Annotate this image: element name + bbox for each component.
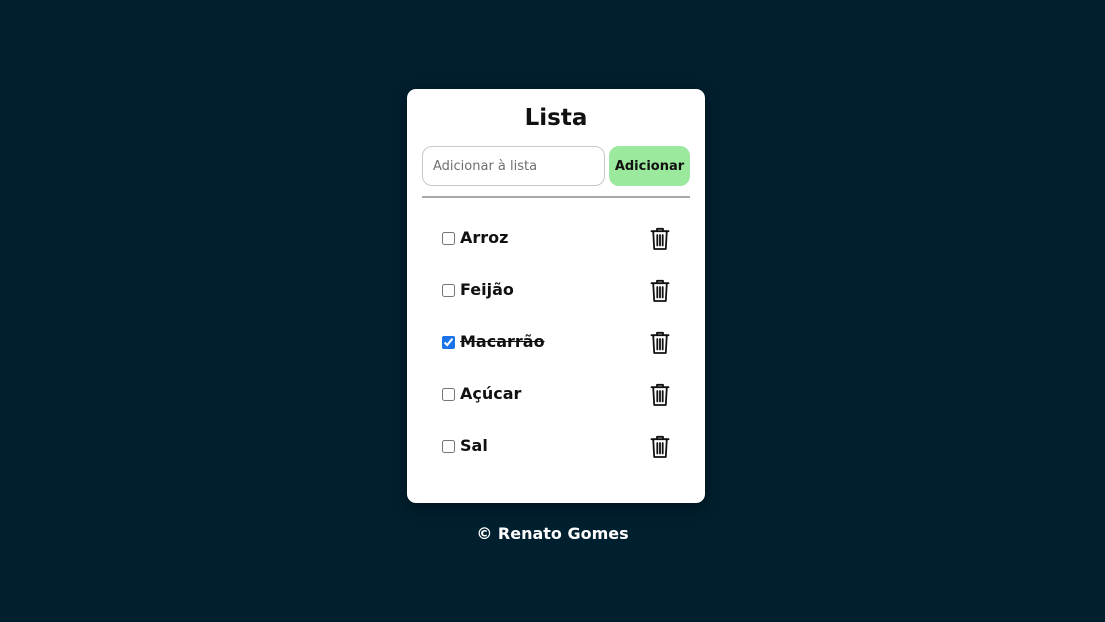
add-item-input[interactable] xyxy=(422,146,605,186)
add-button[interactable]: Adicionar xyxy=(609,146,690,186)
item-checkbox[interactable] xyxy=(442,336,455,349)
item-checkbox[interactable] xyxy=(442,440,455,453)
shopping-list: Arroz Feijão Macarrão Açúcar Sal xyxy=(407,213,705,473)
item-label: Sal xyxy=(460,436,488,455)
trash-icon xyxy=(650,383,670,407)
list-item: Macarrão xyxy=(407,317,705,369)
page-title: Lista xyxy=(524,105,588,131)
add-item-row: Adicionar xyxy=(422,146,690,186)
trash-icon xyxy=(650,279,670,303)
item-label: Arroz xyxy=(460,228,509,247)
list-item: Feijão xyxy=(407,265,705,317)
delete-button[interactable] xyxy=(650,383,670,407)
item-label: Feijão xyxy=(460,280,514,299)
list-item: Açúcar xyxy=(407,369,705,421)
delete-button[interactable] xyxy=(650,331,670,355)
item-checkbox[interactable] xyxy=(442,388,455,401)
list-item: Sal xyxy=(407,421,705,473)
trash-icon xyxy=(650,227,670,251)
delete-button[interactable] xyxy=(650,279,670,303)
item-checkbox[interactable] xyxy=(442,232,455,245)
trash-icon xyxy=(650,331,670,355)
list-item: Arroz xyxy=(407,213,705,265)
trash-icon xyxy=(650,435,670,459)
delete-button[interactable] xyxy=(650,435,670,459)
item-label: Macarrão xyxy=(460,332,545,351)
item-label: Açúcar xyxy=(460,384,522,403)
list-card: Lista Adicionar Arroz Feijão Macarrão xyxy=(407,89,705,503)
divider xyxy=(422,196,690,198)
delete-button[interactable] xyxy=(650,227,670,251)
footer-credit: © Renato Gomes xyxy=(476,524,629,543)
item-checkbox[interactable] xyxy=(442,284,455,297)
